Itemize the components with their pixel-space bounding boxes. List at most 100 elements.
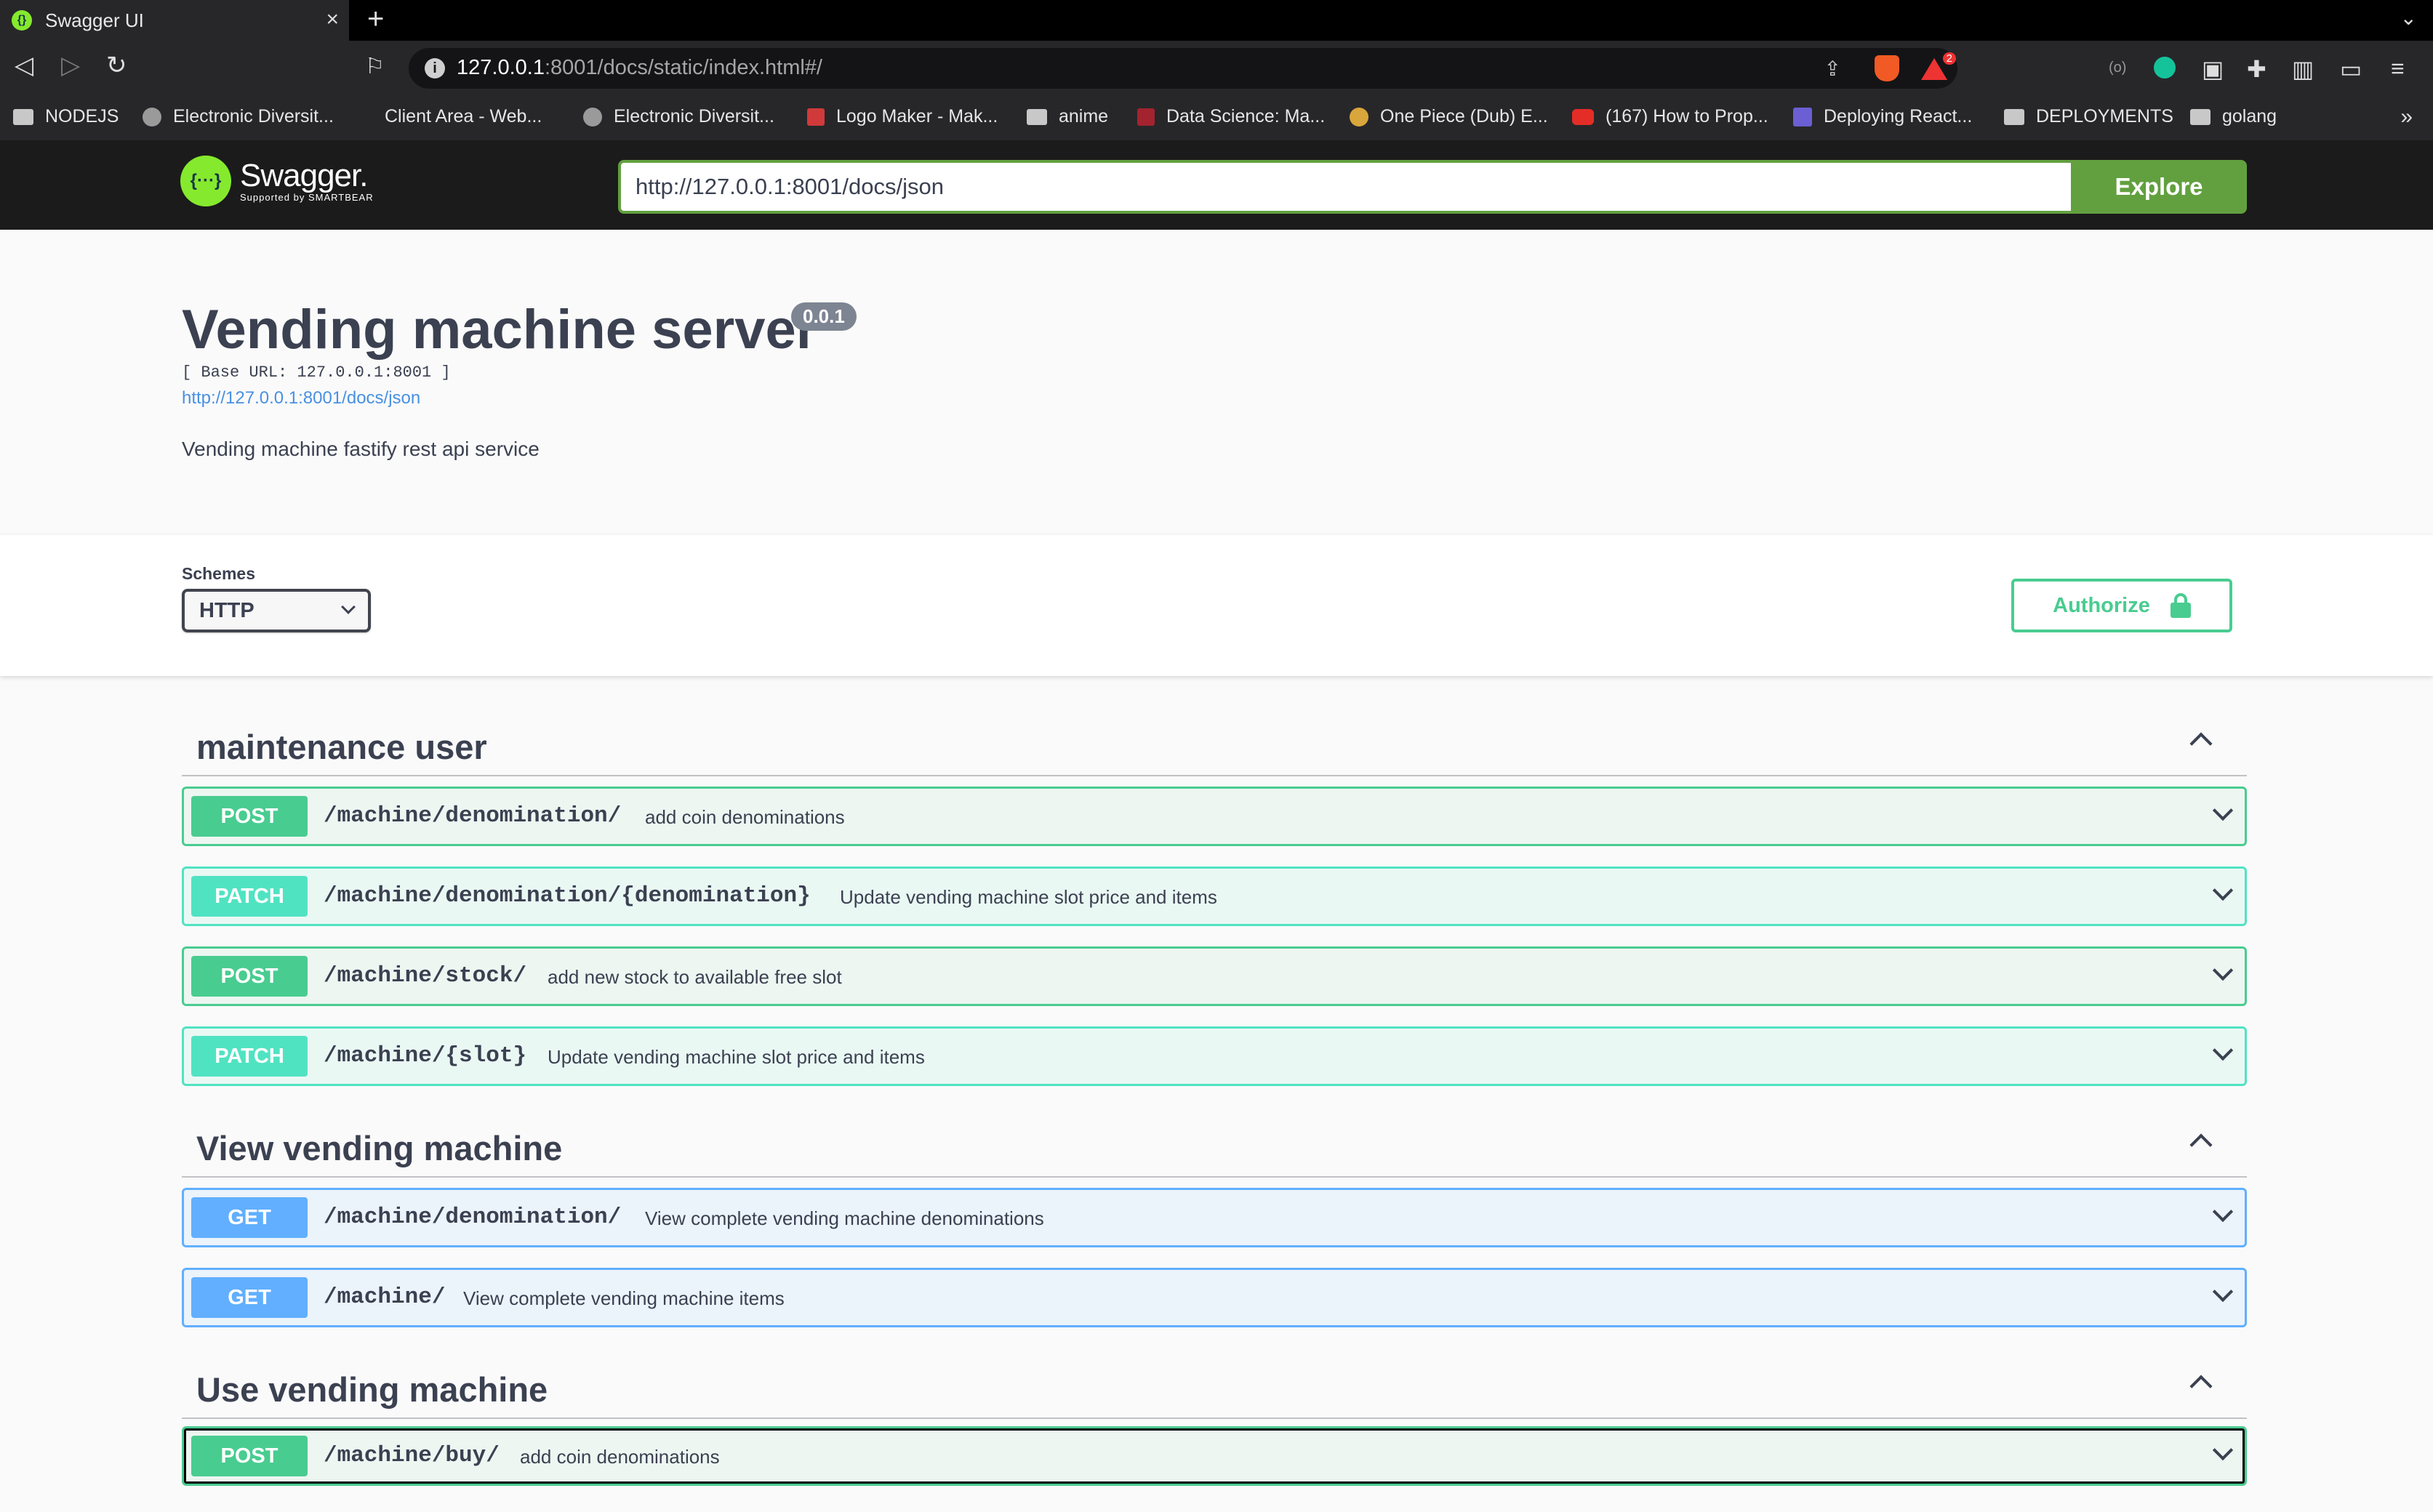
chevron-down-icon[interactable] (2212, 960, 2234, 981)
operation-summary: Update vending machine slot price and it… (548, 1046, 925, 1068)
lock-icon (2170, 593, 2191, 618)
bookmark-item[interactable]: One Piece (Dub) E... (1350, 106, 1548, 127)
extension-icon[interactable]: (o) (2109, 60, 2126, 76)
menu-icon[interactable]: ≡ (2391, 55, 2405, 82)
bookmark-item[interactable]: (167) How to Prop... (1572, 106, 1768, 127)
bookmark-item[interactable]: anime (1027, 106, 1108, 127)
bookmark-item[interactable]: Logo Maker - Mak... (807, 106, 998, 127)
youtube-icon (1572, 108, 1594, 125)
tag-header-maintenance-user[interactable]: maintenance user (182, 705, 2247, 776)
explore-button[interactable]: Explore (2071, 160, 2247, 214)
reload-icon[interactable]: ↻ (106, 51, 127, 80)
operation-path: /machine/buy/ (324, 1443, 500, 1468)
operation-path: /machine/ (324, 1284, 446, 1310)
address-bar[interactable]: i 127.0.0.1:8001/docs/static/index.html#… (409, 48, 1957, 89)
tag-title: maintenance user (196, 728, 487, 766)
swagger-topbar: {···} Swagger. Supported by SMARTBEAR Ex… (0, 141, 2433, 230)
bookmark-item[interactable]: Electronic Diversit... (583, 106, 774, 127)
operation-path: /machine/denomination/ (324, 1205, 622, 1230)
grammarly-icon[interactable] (2154, 57, 2176, 79)
method-badge: GET (191, 1277, 308, 1318)
base-url: [ Base URL: 127.0.0.1:8001 ] (182, 363, 451, 382)
swagger-favicon-icon: {} (12, 10, 32, 31)
chevron-up-icon[interactable] (2189, 1133, 2213, 1157)
tag-header-view-vending-machine[interactable]: View vending machine (182, 1106, 2247, 1178)
operation-path: /machine/{slot} (324, 1043, 527, 1069)
operation-post-stock[interactable]: POST /machine/stock/ add new stock to av… (182, 946, 2247, 1006)
new-tab-icon[interactable]: + (367, 3, 384, 36)
method-badge: PATCH (191, 1036, 308, 1077)
operation-patch-slot[interactable]: PATCH /machine/{slot} Update vending mac… (182, 1026, 2247, 1086)
swagger-logo[interactable]: {···} Swagger. Supported by SMARTBEAR (180, 156, 374, 206)
method-badge: POST (191, 796, 308, 837)
brand-subtitle: Supported by SMARTBEAR (240, 191, 374, 203)
chevron-down-icon[interactable] (2212, 800, 2234, 821)
chevron-down-icon[interactable] (2212, 1201, 2234, 1223)
bookmark-item[interactable]: golang (2190, 106, 2277, 127)
spec-link[interactable]: http://127.0.0.1:8001/docs/json (182, 388, 420, 409)
logo-maker-icon (807, 108, 825, 126)
folder-icon (13, 108, 33, 125)
tag-title: Use vending machine (196, 1370, 548, 1409)
bookmarks-bar: NODEJS Electronic Diversit... Client Are… (0, 96, 2433, 141)
method-badge: GET (191, 1197, 308, 1238)
version-badge: 0.0.1 (791, 302, 857, 331)
bookmark-item[interactable]: Data Science: Ma... (1137, 106, 1325, 127)
browser-tab[interactable]: {} Swagger UI × (0, 0, 349, 41)
tab-search-chevron-icon[interactable]: ⌄ (2400, 6, 2417, 30)
operation-get-denomination[interactable]: GET /machine/denomination/ View complete… (182, 1188, 2247, 1247)
anime-site-icon (1350, 107, 1368, 126)
brave-shields-icon[interactable] (1875, 55, 1899, 81)
operation-summary: Update vending machine slot price and it… (840, 886, 1217, 908)
scheme-container: Schemes HTTP Authorize (0, 535, 2433, 676)
more-bookmarks-icon[interactable]: » (2400, 105, 2413, 129)
operation-patch-denomination[interactable]: PATCH /machine/denomination/{denominatio… (182, 866, 2247, 926)
authorize-label: Authorize (2053, 593, 2150, 617)
method-badge: POST (191, 956, 308, 997)
operation-summary: add coin denominations (645, 806, 845, 828)
api-info: Vending machine server 0.0.1 [ Base URL:… (0, 230, 2433, 535)
operation-path: /machine/denomination/{denomination} (324, 883, 811, 909)
chevron-down-icon[interactable] (2212, 880, 2234, 901)
bookmark-item[interactable]: Client Area - Web... (367, 106, 542, 127)
bookmark-item[interactable]: Deploying React... (1793, 106, 1972, 127)
url-text: 127.0.0.1:8001/docs/static/index.html#/ (457, 56, 822, 79)
wallet-icon[interactable]: ▭ (2340, 55, 2362, 83)
extensions-puzzle-icon[interactable]: ✚ (2247, 55, 2266, 83)
tag-header-use-vending-machine[interactable]: Use vending machine (182, 1348, 2247, 1419)
operation-summary: View complete vending machine items (463, 1287, 785, 1309)
bookmark-item[interactable]: Electronic Diversit... (143, 106, 334, 127)
authorize-button[interactable]: Authorize (2011, 579, 2232, 632)
sidebar-icon[interactable]: ▥ (2292, 55, 2314, 83)
harvard-icon (1137, 108, 1155, 126)
address-toolbar: ◁ ▷ ↻ ⚐ i 127.0.0.1:8001/docs/static/ind… (0, 41, 2433, 96)
operation-post-buy[interactable]: POST /machine/buy/ add coin denomination… (182, 1426, 2247, 1486)
method-badge: PATCH (191, 876, 308, 917)
operation-path: /machine/denomination/ (324, 803, 622, 829)
chevron-up-icon[interactable] (2189, 1375, 2213, 1398)
share-icon[interactable]: ⇪ (1824, 57, 1841, 81)
window-icon[interactable]: ▣ (2202, 55, 2224, 83)
chevron-down-icon[interactable] (2212, 1439, 2234, 1461)
bookmark-icon[interactable]: ⚐ (365, 54, 385, 79)
bookmark-item[interactable]: DEPLOYMENTS (2004, 106, 2173, 127)
method-badge: POST (191, 1436, 308, 1476)
chevron-up-icon[interactable] (2189, 732, 2213, 755)
close-tab-icon[interactable]: × (326, 7, 339, 32)
browser-tab-strip: {} Swagger UI × + ⌄ (0, 0, 2433, 41)
back-icon[interactable]: ◁ (15, 51, 33, 80)
explore-form: Explore (618, 160, 2247, 214)
operation-post-denomination[interactable]: POST /machine/denomination/ add coin den… (182, 787, 2247, 846)
brand-name: Swagger. (240, 157, 368, 193)
forward-icon[interactable]: ▷ (61, 51, 80, 80)
schemes-select[interactable]: HTTP (182, 589, 371, 632)
chevron-down-icon (341, 600, 356, 614)
chevron-down-icon[interactable] (2212, 1281, 2234, 1303)
chevron-down-icon[interactable] (2212, 1040, 2234, 1061)
bookmark-item[interactable]: NODEJS (13, 106, 119, 127)
rewards-badge: 2 (1942, 52, 1956, 65)
tab-title: Swagger UI (45, 9, 144, 31)
operation-get-machine[interactable]: GET /machine/ View complete vending mach… (182, 1268, 2247, 1327)
site-info-icon[interactable]: i (425, 58, 445, 79)
spec-url-input[interactable] (618, 160, 2071, 214)
